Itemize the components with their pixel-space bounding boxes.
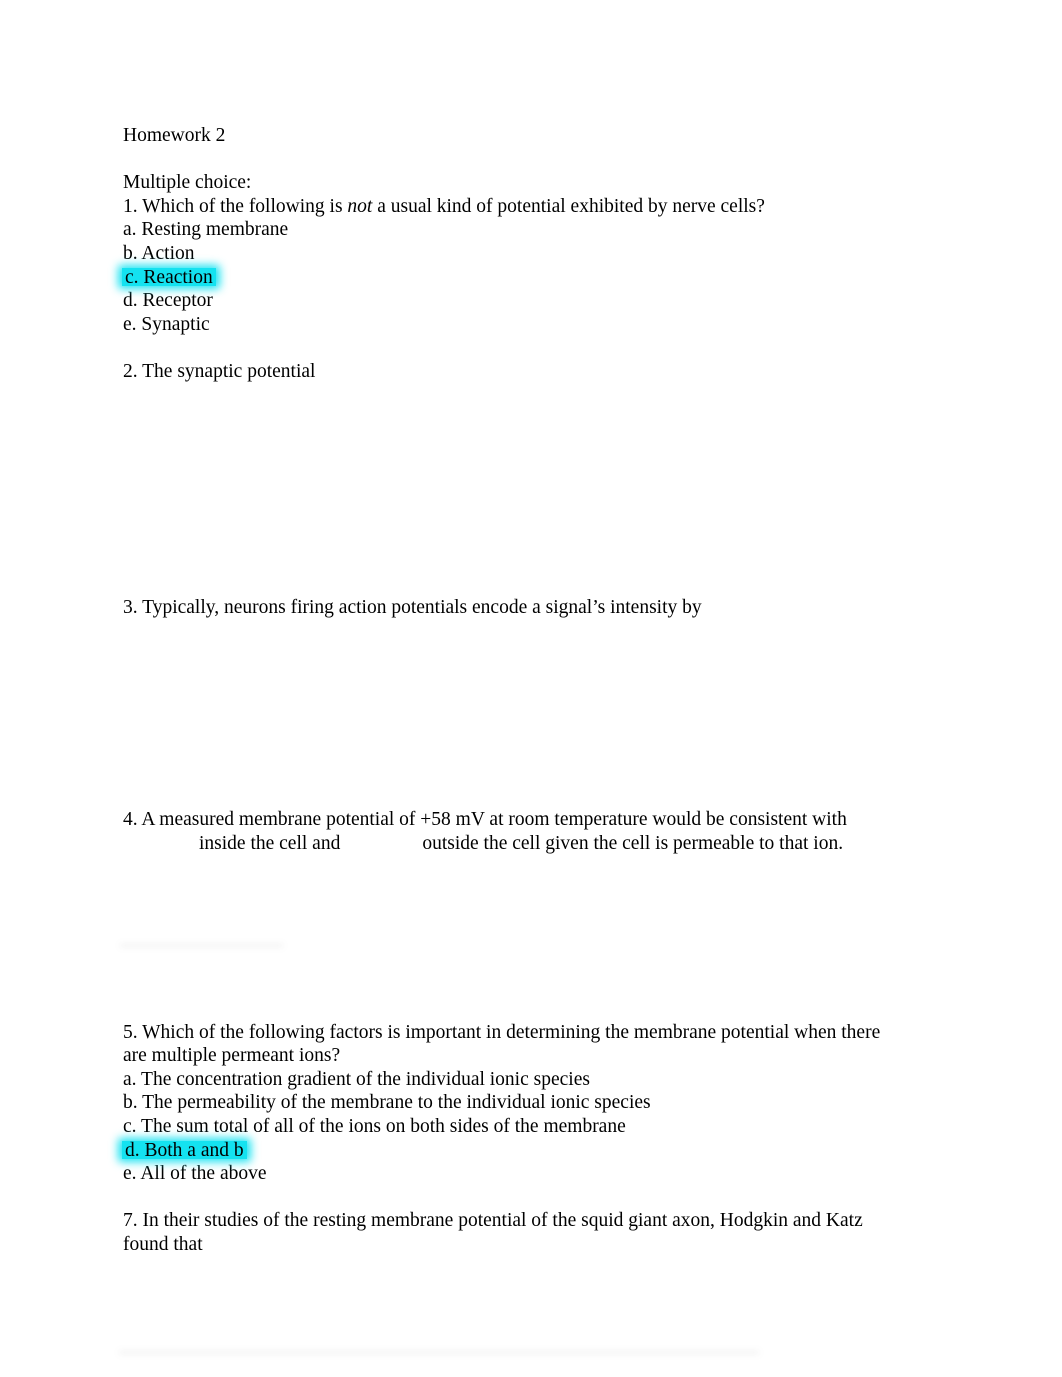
question-1-option-e-label: e. Synaptic xyxy=(123,313,210,335)
question-1-option-e[interactable]: e. Synaptic xyxy=(123,313,953,337)
question-4-answer-space[interactable] xyxy=(123,855,953,1020)
question-1-option-d-label: d. Receptor xyxy=(123,290,213,312)
question-4-stem-line-1: 4. A measured membrane potential of +58 … xyxy=(123,809,847,831)
answer-blank-line xyxy=(123,997,953,1021)
question-5-option-e-label: e. All of the above xyxy=(123,1163,267,1185)
question-2-stem: 2. The synaptic potential xyxy=(123,360,316,382)
question-3-answer-space[interactable] xyxy=(123,619,953,808)
answer-blank-line xyxy=(123,690,953,714)
question-1-option-a[interactable]: a. Resting membrane xyxy=(123,218,953,242)
answer-blank-line xyxy=(123,384,953,408)
answer-blank-line xyxy=(123,903,953,927)
answer-blank-line xyxy=(123,737,953,761)
question-1-option-c-highlight: c. Reaction xyxy=(122,266,216,290)
question-5-option-d[interactable]: d. Both a and b xyxy=(122,1139,953,1163)
answer-blank-line xyxy=(123,643,953,667)
answer-blank-line xyxy=(123,619,953,643)
question-1-stem-before: 1. Which of the following is xyxy=(123,195,348,217)
question-5-option-a-label: a. The concentration gradient of the ind… xyxy=(123,1068,590,1090)
question-5-option-e[interactable]: e. All of the above xyxy=(123,1162,953,1186)
question-5-option-c-label: c. The sum total of all of the ions on b… xyxy=(123,1115,626,1137)
answer-blank-line xyxy=(123,973,953,997)
question-1-option-d[interactable]: d. Receptor xyxy=(123,289,953,313)
answer-blank-line xyxy=(123,855,953,879)
answer-blank-line xyxy=(123,761,953,785)
question-2-answer-space[interactable] xyxy=(123,384,953,596)
question-4-stem-line-2: inside the cell and outside the cell give… xyxy=(123,832,953,856)
scan-smudge-bottom xyxy=(119,1351,759,1354)
answer-blank-line xyxy=(123,454,953,478)
question-1-option-b-label: b. Action xyxy=(123,242,195,264)
question-7-stem-line-1: 7. In their studies of the resting membr… xyxy=(123,1210,863,1232)
answer-blank-line xyxy=(123,431,953,455)
answer-blank-line xyxy=(123,407,953,431)
question-5-stem-line-1: 5. Which of the following factors is imp… xyxy=(123,1021,881,1043)
question-5-option-b[interactable]: b. The permeability of the membrane to t… xyxy=(123,1091,953,1115)
document-title: Homework 2 xyxy=(123,125,226,146)
answer-blank-line xyxy=(123,502,953,526)
question-5-option-c[interactable]: c. The sum total of all of the ions on b… xyxy=(123,1115,953,1139)
answer-blank-line xyxy=(123,572,953,596)
answer-blank-line xyxy=(123,478,953,502)
answer-blank-line xyxy=(123,879,953,903)
answer-blank-line xyxy=(123,667,953,691)
question-1-stem-after: a usual kind of potential exhibited by n… xyxy=(372,195,765,217)
question-1-option-c-label: c. Reaction xyxy=(125,266,213,288)
question-5-option-d-label: d. Both a and b xyxy=(125,1139,244,1161)
document-page: Homework 2 Multiple choice: 1. Which of … xyxy=(0,0,1062,1377)
document-text-body: Homework 2 Multiple choice: 1. Which of … xyxy=(122,124,953,1257)
question-1-stem: 1. Which of the following is not a usual… xyxy=(123,195,953,219)
question-5-option-a[interactable]: a. The concentration gradient of the ind… xyxy=(123,1068,953,1092)
question-1-option-a-label: a. Resting membrane xyxy=(123,219,289,241)
question-5-option-b-label: b. The permeability of the membrane to t… xyxy=(123,1092,651,1114)
answer-blank-line xyxy=(123,950,953,974)
question-3-stem: 3. Typically, neurons firing action pote… xyxy=(123,596,702,618)
multiple-choice-label: Multiple choice: xyxy=(123,172,252,194)
answer-blank-line xyxy=(123,785,953,809)
question-5-option-d-highlight: d. Both a and b xyxy=(122,1139,247,1163)
question-7-stem-line-2: found that xyxy=(123,1233,203,1255)
answer-blank-line xyxy=(123,525,953,549)
question-1-emphasis-not: not xyxy=(347,195,373,217)
question-4-text-part-2: outside the cell given the cell is perme… xyxy=(422,832,844,854)
answer-blank-line xyxy=(123,926,953,950)
answer-blank-line xyxy=(123,714,953,738)
question-5-stem-line-2: are multiple permeant ions? xyxy=(123,1045,341,1067)
answer-blank-line xyxy=(123,549,953,573)
question-4-text-part-1: inside the cell and xyxy=(199,832,341,854)
question-1-option-b[interactable]: b. Action xyxy=(123,242,953,266)
question-1-option-c[interactable]: c. Reaction xyxy=(122,266,953,290)
